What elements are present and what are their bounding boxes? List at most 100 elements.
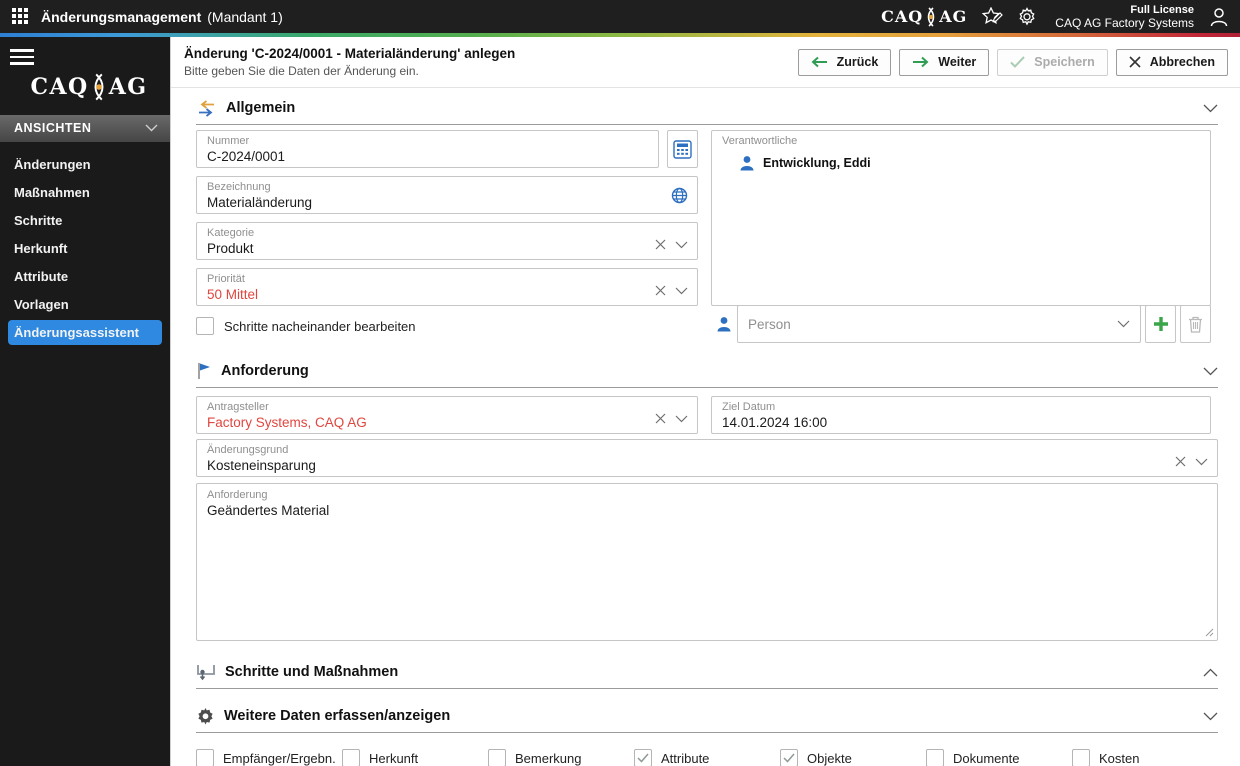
globe-translate-icon[interactable] [671, 187, 688, 204]
anforderung-textarea[interactable]: Anforderung Geändertes Material [196, 483, 1218, 641]
nummer-value: C-2024/0001 [207, 149, 286, 164]
chevron-down-icon[interactable] [675, 241, 688, 249]
section-divider [196, 732, 1218, 733]
chevron-down-icon [145, 124, 158, 132]
antragsteller-field[interactable]: Antragsteller Factory Systems, CAQ AG [196, 396, 698, 434]
flag-icon [198, 363, 210, 379]
bemerkung-checkbox[interactable] [488, 749, 506, 766]
responsible-person-entry[interactable]: Entwicklung, Eddi [739, 155, 1200, 171]
empfaenger-checkbox[interactable] [196, 749, 214, 766]
clear-icon[interactable] [655, 239, 666, 250]
sidebar-item-aenderungsassistent[interactable]: Änderungsassistent [8, 319, 162, 345]
objekte-label: Objekte [807, 750, 852, 766]
favorites-star-icon[interactable] [981, 6, 1004, 27]
nummer-field[interactable]: Nummer C-2024/0001 [196, 130, 659, 168]
option-bemerkung: Bemerkung [488, 749, 634, 766]
section-anforderung-collapse[interactable] [1203, 367, 1218, 376]
chevron-down-icon[interactable] [675, 287, 688, 295]
bezeichnung-field[interactable]: Bezeichnung Materialänderung [196, 176, 698, 214]
chevron-down-icon [1117, 320, 1130, 328]
person-icon [740, 156, 754, 171]
antragsteller-label: Antragsteller [207, 401, 269, 413]
save-button[interactable]: Speichern [997, 48, 1108, 76]
clear-icon[interactable] [655, 285, 666, 296]
section-anforderung-header: Anforderung [196, 361, 1218, 381]
ziel-datum-field[interactable]: Ziel Datum 14.01.2024 16:00 [711, 396, 1211, 434]
prioritaet-field[interactable]: Priorität 50 Mittel [196, 268, 698, 306]
ziel-datum-value: 14.01.2024 16:00 [722, 415, 828, 430]
logo-ag-text: AG [108, 73, 148, 100]
sidebar-item-schritte[interactable]: Schritte [8, 208, 162, 233]
person-select[interactable]: Person [737, 305, 1141, 343]
ziel-datum-label: Ziel Datum [722, 401, 776, 413]
section-divider [196, 688, 1218, 689]
license-info: Full License CAQ AG Factory Systems [1055, 4, 1194, 30]
objekte-checkbox[interactable] [780, 749, 798, 766]
dokumente-checkbox[interactable] [926, 749, 944, 766]
option-kosten: Kosten [1072, 749, 1218, 766]
arrow-right-icon [913, 56, 929, 68]
aenderungsgrund-field[interactable]: Änderungsgrund Kosteneinsparung [196, 439, 1218, 477]
chevron-down-icon[interactable] [1195, 458, 1208, 466]
option-attribute: Attribute [634, 749, 780, 766]
menu-hamburger-icon[interactable] [10, 49, 34, 69]
sidebar-item-vorlagen[interactable]: Vorlagen [8, 292, 162, 317]
save-button-label: Speichern [1034, 55, 1095, 69]
close-icon [1129, 56, 1141, 68]
section-allgemein-header: Allgemein [196, 98, 1218, 118]
number-generator-button[interactable] [667, 130, 698, 168]
clear-icon[interactable] [655, 413, 666, 424]
user-profile-icon[interactable] [1208, 6, 1230, 28]
apps-grid-icon[interactable] [12, 8, 29, 25]
ansichten-label: ANSICHTEN [14, 121, 92, 135]
cancel-button[interactable]: Abbrechen [1115, 48, 1228, 76]
section-allgemein-collapse[interactable] [1203, 104, 1218, 113]
sidebar-item-aenderungen[interactable]: Änderungen [8, 152, 162, 177]
anforderung-text-label: Anforderung [207, 489, 268, 501]
schritte-nacheinander-label: Schritte nacheinander bearbeiten [224, 318, 416, 334]
section-weitere-collapse[interactable] [1203, 712, 1218, 721]
check-icon [1010, 56, 1025, 68]
section-schritte-expand[interactable] [1203, 668, 1218, 677]
aenderungsgrund-label: Änderungsgrund [207, 444, 289, 456]
next-button[interactable]: Weiter [899, 48, 990, 76]
section-schritte-header: Schritte und Maßnahmen [196, 662, 1218, 682]
client-label: (Mandant 1) [207, 8, 283, 25]
license-owner: CAQ AG Factory Systems [1055, 15, 1194, 30]
section-divider [196, 124, 1218, 125]
kategorie-field[interactable]: Kategorie Produkt [196, 222, 698, 260]
clear-icon[interactable] [1175, 456, 1186, 467]
back-button[interactable]: Zurück [797, 48, 892, 76]
kategorie-label: Kategorie [207, 227, 255, 239]
sidebar-item-attribute[interactable]: Attribute [8, 264, 162, 289]
settings-gear-icon[interactable] [1017, 6, 1037, 27]
option-herkunft: Herkunft [342, 749, 488, 766]
allgemein-right-column: Verantwortliche Entwicklung, Eddi Person [711, 130, 1211, 343]
option-objekte: Objekte [780, 749, 926, 766]
delete-person-button[interactable] [1180, 305, 1211, 343]
app-title: Änderungsmanagement [41, 8, 202, 25]
logo-caq-text: CAQ [881, 7, 924, 26]
nummer-label: Nummer [207, 135, 250, 147]
sidebar-section-ansichten[interactable]: ANSICHTEN [0, 114, 170, 142]
person-icon [717, 317, 731, 332]
responsible-person-name: Entwicklung, Eddi [763, 156, 871, 170]
schritte-nacheinander-checkbox[interactable] [196, 317, 214, 335]
section-divider [196, 387, 1218, 388]
sidebar-item-massnahmen[interactable]: Maßnahmen [8, 180, 162, 205]
section-schritte-title: Schritte und Maßnahmen [225, 664, 399, 680]
attribute-checkbox[interactable] [634, 749, 652, 766]
kosten-checkbox[interactable] [1072, 749, 1090, 766]
section-weitere-header: Weitere Daten erfassen/anzeigen [196, 706, 1218, 726]
kategorie-value: Produkt [207, 241, 254, 256]
steps-plan-icon [197, 665, 215, 681]
logo-swoosh-icon [94, 73, 104, 100]
page-subtitle: Bitte geben Sie die Daten der Änderung e… [184, 64, 419, 78]
resize-handle[interactable] [1205, 628, 1214, 637]
add-person-button[interactable] [1145, 305, 1176, 343]
trash-icon [1189, 316, 1202, 333]
herkunft-checkbox[interactable] [342, 749, 360, 766]
sidebar-item-herkunft[interactable]: Herkunft [8, 236, 162, 261]
caq-logo-sidebar: CAQ AG [8, 73, 170, 101]
chevron-down-icon[interactable] [675, 415, 688, 423]
